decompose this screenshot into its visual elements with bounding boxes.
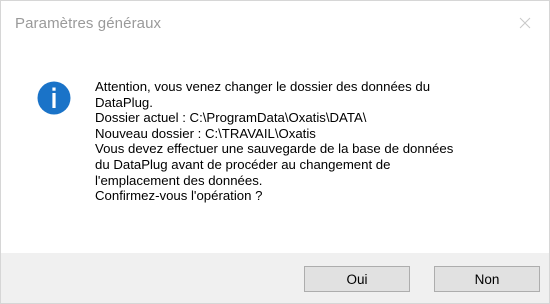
message-line: Vous devez effectuer une sauvegarde de l… <box>95 141 454 157</box>
button-bar: Oui Non <box>1 253 549 303</box>
message-line: Attention, vous venez changer le dossier… <box>95 79 431 94</box>
close-icon <box>519 17 531 29</box>
message-line: l'emplacement des données. <box>95 172 263 188</box>
dialog-title: Paramètres généraux <box>15 15 162 32</box>
dialog-content: Attention, vous venez changer le dossier… <box>1 45 549 251</box>
close-button[interactable] <box>503 1 547 45</box>
yes-button[interactable]: Oui <box>304 266 410 292</box>
confirmation-dialog: Paramètres généraux Attention, vous vene… <box>0 0 550 304</box>
message-line-question: Confirmez-vous l'opération ? <box>95 188 263 204</box>
dialog-message: Attention, vous venez changer le dossier… <box>95 79 535 204</box>
message-line-current-folder: Dossier actuel : C:\ProgramData\Oxatis\D… <box>95 110 367 126</box>
information-icon <box>37 81 71 115</box>
no-button[interactable]: Non <box>434 266 540 292</box>
message-line-new-folder: Nouveau dossier : C:\TRAVAIL\Oxatis <box>95 125 316 141</box>
message-line: du DataPlug avant de procéder au changem… <box>95 156 391 172</box>
message-line: DataPlug. <box>95 94 153 110</box>
title-bar: Paramètres généraux <box>1 1 549 45</box>
